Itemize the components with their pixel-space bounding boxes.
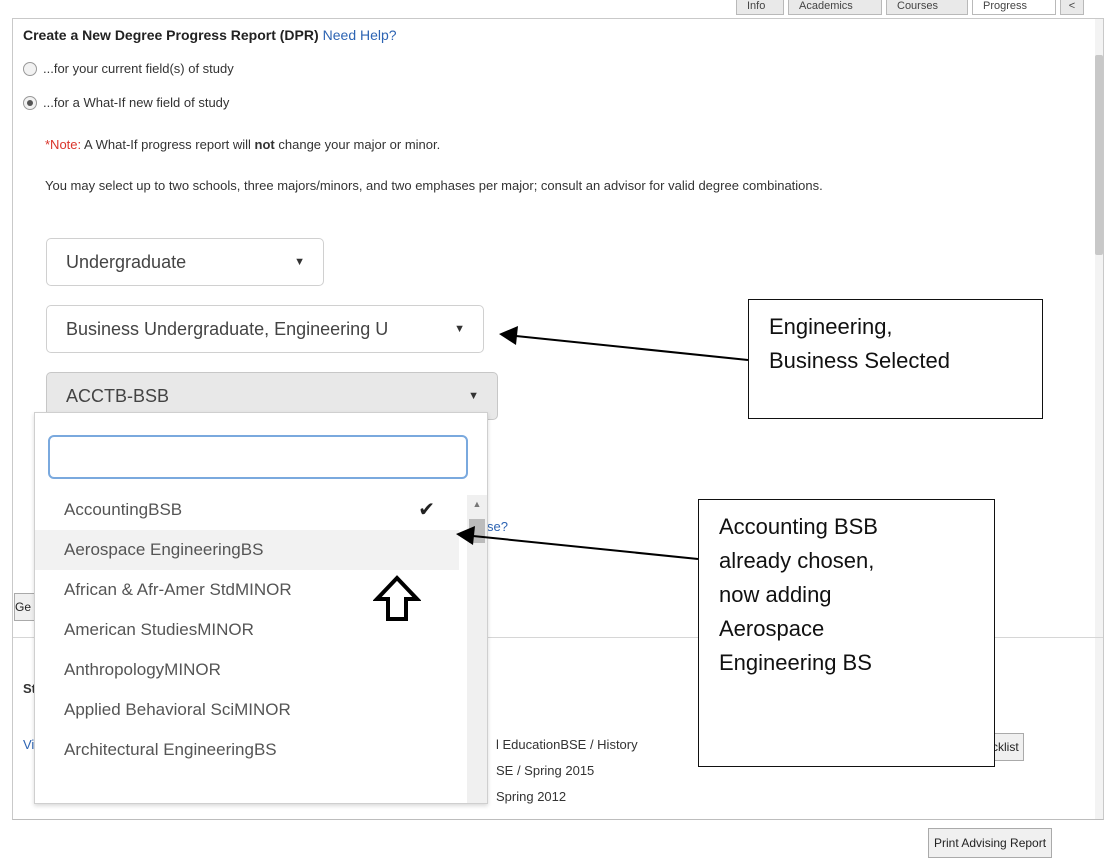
arrow-line-programs	[472, 535, 699, 560]
arrow-head-programs	[456, 526, 475, 545]
annotation-arrows	[456, 326, 749, 560]
arrow-head-schools	[499, 326, 518, 345]
print-advising-report-button[interactable]: Print Advising Report	[928, 828, 1053, 858]
arrow-line-schools	[515, 335, 749, 361]
